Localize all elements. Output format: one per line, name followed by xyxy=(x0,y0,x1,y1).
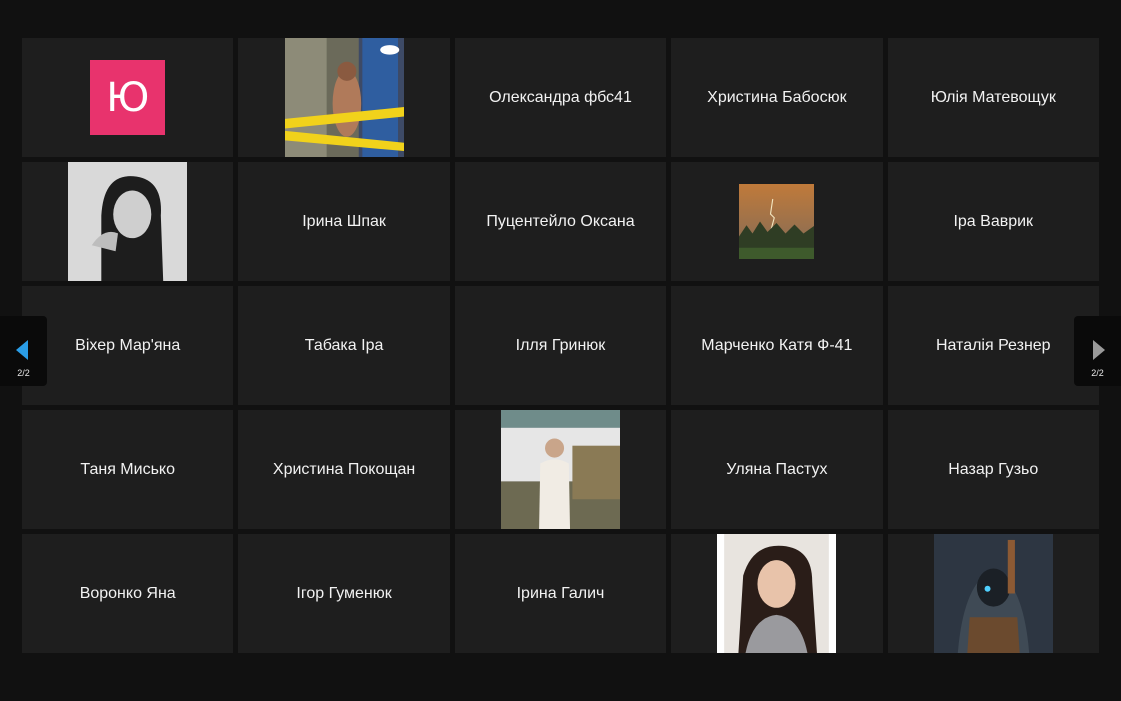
participant-tile[interactable]: Христина Бабосюк xyxy=(671,38,883,157)
prev-page-count: 2/2 xyxy=(17,368,30,378)
participant-tile[interactable] xyxy=(671,162,883,281)
participant-name: Ігор Гуменюк xyxy=(296,584,392,602)
participant-tile[interactable]: Марченко Катя Ф-41 xyxy=(671,286,883,405)
participant-tile[interactable]: Христина Покощан xyxy=(238,410,450,529)
prev-page-button[interactable]: 2/2 xyxy=(0,316,47,386)
game-character-photo xyxy=(933,534,1053,653)
participant-tile[interactable]: Юлія Матевощук xyxy=(887,38,1099,157)
next-page-button[interactable]: 2/2 xyxy=(1074,316,1121,386)
participant-name: Пуцентейло Оксана xyxy=(486,212,635,230)
participant-tile[interactable]: Табака Іра xyxy=(238,286,450,405)
next-page-count: 2/2 xyxy=(1091,368,1104,378)
participant-name: Наталія Резнер xyxy=(935,336,1051,354)
participant-tile[interactable]: Уляна Пастух xyxy=(671,410,883,529)
participant-tile[interactable] xyxy=(22,162,234,281)
participant-name: Табака Іра xyxy=(304,336,384,354)
letter-avatar: Ю xyxy=(90,60,166,135)
participant-name: Віхер Мар'яна xyxy=(75,336,181,354)
participant-tile[interactable]: Віхер Мар'яна xyxy=(22,286,234,405)
participant-name: Ілля Гринюк xyxy=(515,336,606,354)
participant-tile[interactable]: Воронко Яна xyxy=(22,534,234,653)
participants-grid: Ю Олександра фбс41 Христина Бабосюк Юлія Ма… xyxy=(22,38,1099,653)
participant-tile[interactable] xyxy=(887,534,1099,653)
participant-name: Юлія Матевощук xyxy=(930,88,1056,106)
participant-tile[interactable]: Олександра фбс41 xyxy=(454,38,667,157)
participant-name: Уляна Пастух xyxy=(726,460,828,478)
participant-name: Таня Мисько xyxy=(80,460,175,478)
bw-portrait-photo xyxy=(68,162,188,281)
participant-name: Ірина Шпак xyxy=(302,212,386,230)
outdoor-man-photo xyxy=(500,410,620,529)
participant-name: Христина Бабосюк xyxy=(707,88,847,106)
participant-name: Воронко Яна xyxy=(79,584,176,602)
participant-tile[interactable]: Ю xyxy=(22,38,234,157)
participant-tile[interactable]: Іра Ваврик xyxy=(887,162,1099,281)
participant-tile[interactable]: Таня Мисько xyxy=(22,410,234,529)
crime-tape-photo xyxy=(284,38,404,157)
participant-name: Марченко Катя Ф-41 xyxy=(701,336,853,354)
participant-tile[interactable] xyxy=(671,534,883,653)
participant-name: Назар Гузьо xyxy=(948,460,1039,478)
participant-tile[interactable]: Ірина Галич xyxy=(454,534,667,653)
landscape-photo xyxy=(739,184,815,259)
participant-tile[interactable]: Ірина Шпак xyxy=(238,162,450,281)
participant-tile[interactable]: Наталія Резнер xyxy=(887,286,1099,405)
participant-tile[interactable]: Назар Гузьо xyxy=(887,410,1099,529)
participant-tile[interactable]: Ігор Гуменюк xyxy=(238,534,450,653)
participant-tile[interactable]: Ілля Гринюк xyxy=(454,286,667,405)
participant-name: Олександра фбс41 xyxy=(489,88,632,106)
arrow-left-icon xyxy=(16,340,28,360)
participant-tile[interactable] xyxy=(454,410,667,529)
selfie-portrait-photo xyxy=(717,534,837,653)
participant-name: Ірина Галич xyxy=(516,584,605,602)
participant-tile[interactable] xyxy=(238,38,450,157)
participant-name: Христина Покощан xyxy=(272,460,416,478)
participants-view: Ю Олександра фбс41 Христина Бабосюк Юлія Ма… xyxy=(0,0,1121,701)
participant-tile[interactable]: Пуцентейло Оксана xyxy=(454,162,667,281)
arrow-right-icon xyxy=(1093,340,1105,360)
participant-name: Іра Ваврик xyxy=(953,212,1034,230)
